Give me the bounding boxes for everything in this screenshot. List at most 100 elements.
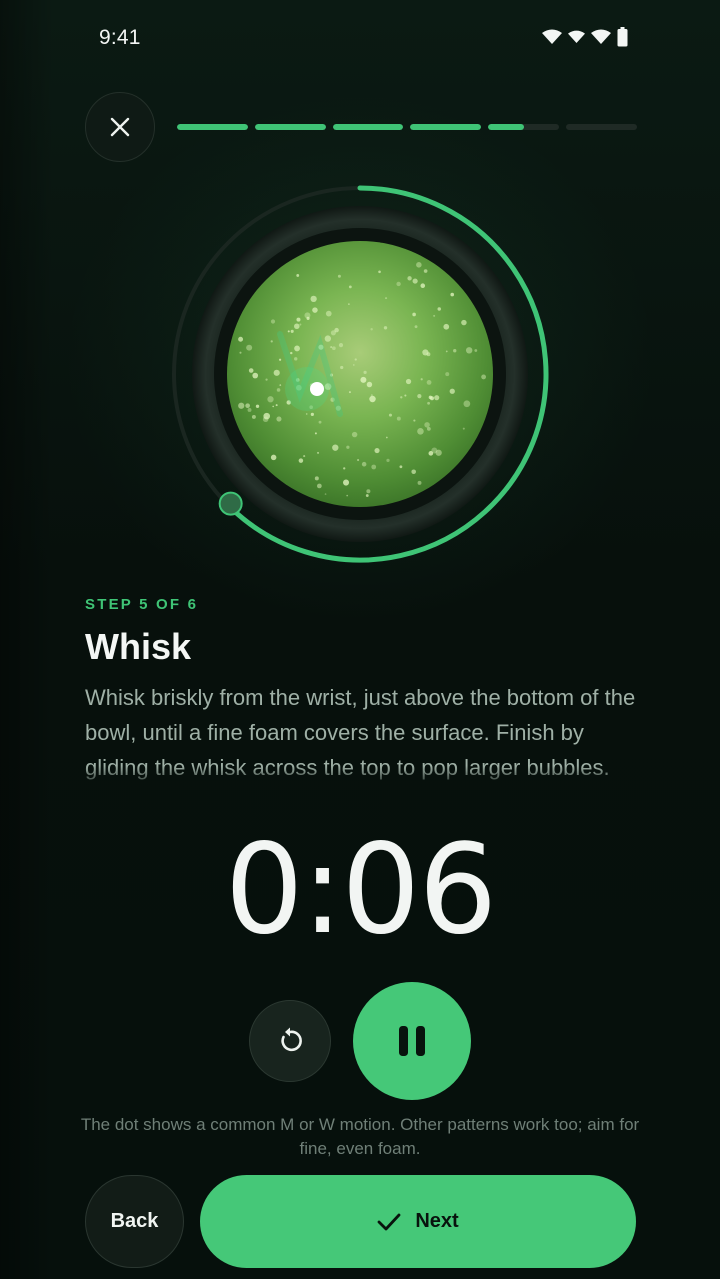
foam-bubble — [461, 319, 467, 326]
foam-bubble — [332, 346, 336, 351]
foam-bubble — [449, 388, 455, 394]
foam-bubble — [346, 494, 349, 497]
foam-bubble — [324, 493, 327, 495]
foam-bubble — [412, 312, 416, 317]
foam-bubble — [378, 270, 381, 274]
foam-bubble — [272, 405, 275, 408]
foam-bubble — [325, 310, 332, 317]
foam-bubble — [338, 342, 344, 348]
step-counter: STEP 5 OF 6 — [85, 596, 199, 613]
foam-bubble — [445, 372, 450, 377]
restart-icon — [281, 1027, 302, 1052]
foam-bubble — [462, 427, 465, 430]
foam-bubble — [385, 297, 388, 300]
foam-bubble — [422, 349, 429, 356]
foam-bubble — [417, 480, 422, 485]
whisk-motion-dot — [310, 382, 324, 396]
foam-bubble — [417, 428, 424, 435]
foam-bubble — [330, 330, 336, 336]
foam-bubble — [426, 379, 432, 385]
foam-bubble — [337, 274, 341, 278]
foam-bubble — [267, 396, 274, 403]
foam-bubble — [428, 395, 433, 400]
pause-button[interactable] — [353, 982, 471, 1100]
foam-bubble — [360, 376, 367, 383]
whisk-motion-visual — [170, 184, 550, 564]
foam-bubble — [369, 395, 376, 403]
foam-bubble — [424, 422, 430, 428]
foam-bubble — [463, 400, 471, 408]
foam-bubble — [239, 351, 242, 354]
status-time: 9:41 — [99, 26, 141, 49]
foam-bubble — [262, 416, 269, 423]
progress-segment — [177, 124, 248, 130]
foam-bubble — [270, 340, 273, 343]
foam-bubble — [238, 402, 245, 409]
foam-bubble — [420, 283, 426, 288]
countdown-timer: 0:06 — [224, 818, 497, 962]
wifi-icon — [591, 29, 611, 50]
status-bar: 9:41 — [0, 0, 720, 76]
foam-bubble — [413, 419, 416, 422]
foam-bubble — [346, 445, 350, 449]
foam-bubble — [366, 489, 371, 494]
foam-bubble — [310, 295, 317, 303]
foam-bubble — [265, 378, 268, 381]
foam-bubble — [317, 483, 322, 489]
close-icon — [110, 117, 130, 137]
foam-bubble — [340, 365, 344, 370]
foam-bubble — [365, 494, 369, 497]
foam-bubble — [363, 370, 367, 374]
foam-bubble — [314, 432, 317, 435]
back-button[interactable]: Back — [85, 1175, 184, 1268]
foam-bubble — [305, 413, 308, 415]
foam-bubble — [383, 326, 388, 330]
foam-bubble — [374, 447, 380, 454]
progress-segment — [332, 124, 404, 130]
foam-bubble — [330, 346, 333, 349]
foam-bubble — [370, 394, 373, 397]
foam-bubble — [245, 403, 250, 409]
close-button[interactable] — [85, 92, 155, 162]
foam-bubble — [427, 401, 430, 405]
foam-bubble — [357, 459, 360, 462]
step-description-container: Whisk briskly from the wrist, just above… — [85, 680, 645, 790]
foam-bubble — [317, 451, 320, 454]
foam-bubble — [351, 431, 358, 438]
back-button-label: Back — [110, 1210, 159, 1232]
edge-shade — [0, 0, 54, 1279]
restart-button[interactable] — [249, 1000, 331, 1082]
foam-bubble — [474, 349, 478, 352]
foam-bubble — [433, 314, 436, 317]
foam-bubble — [276, 416, 282, 422]
foam-bubble — [238, 336, 244, 342]
wifi-icon — [568, 30, 585, 49]
foam-bubble — [416, 262, 422, 268]
foam-bubble — [303, 455, 306, 458]
matcha-surface — [227, 241, 493, 507]
foam-bubble — [414, 325, 418, 329]
foam-bubble — [248, 368, 254, 373]
foam-bubble — [348, 391, 351, 394]
foam-bubble — [310, 412, 314, 416]
foam-bubble — [246, 344, 253, 351]
foam-bubble — [400, 396, 403, 399]
foam-bubble — [386, 458, 390, 463]
foam-bubble — [304, 312, 311, 319]
foam-bubble — [318, 420, 322, 424]
foam-bubble — [450, 292, 455, 297]
foam-bubble — [352, 364, 355, 366]
foam-bubble — [366, 381, 373, 388]
foam-bubble — [361, 461, 367, 467]
progress-segment — [566, 124, 637, 130]
foam-bubble — [275, 404, 278, 407]
foam-bubble — [294, 357, 298, 361]
foam-bubble — [312, 307, 318, 313]
foam-bubble — [290, 351, 293, 355]
foam-bubble — [437, 307, 441, 311]
foam-bubble — [296, 274, 300, 277]
next-button[interactable]: Next — [200, 1175, 636, 1268]
foam-bubble — [412, 278, 418, 284]
foam-bubble — [354, 358, 357, 361]
foam-bubble — [420, 378, 423, 381]
